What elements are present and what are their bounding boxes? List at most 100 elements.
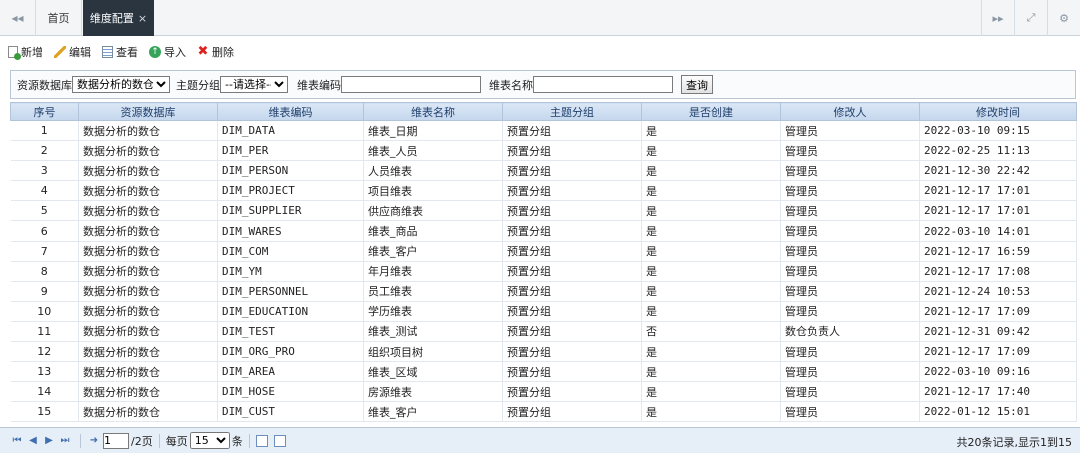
table-cell: 管理员: [780, 281, 920, 302]
table-cell: DIM_HOSE: [217, 381, 364, 403]
first-page-icon[interactable]: ⏮: [10, 435, 24, 446]
table-cell: 是: [641, 261, 781, 282]
per-page-prefix: 每页: [165, 434, 188, 448]
name-input[interactable]: [533, 76, 673, 93]
table-cell: 8: [10, 261, 79, 282]
go-page-icon[interactable]: ➜: [87, 435, 101, 446]
tab-scroll-left-icon[interactable]: ◂◂: [0, 0, 36, 36]
new-button[interactable]: 新增: [8, 44, 43, 60]
table-cell: 数据分析的数仓: [78, 281, 218, 302]
table-cell: 管理员: [780, 381, 920, 403]
view-button-label: 查看: [116, 46, 138, 59]
pagination-bar: ⏮ ◀ ▶ ⏭ ➜ /2页 每页 15 条 共20条记录,显示1到15: [0, 427, 1080, 453]
table-cell: 数据分析的数仓: [78, 361, 218, 383]
column-header[interactable]: 修改时间: [919, 102, 1077, 121]
column-header[interactable]: 资源数据库: [78, 102, 218, 121]
table-cell: 是: [641, 361, 781, 383]
table-cell: DIM_WARES: [217, 220, 364, 242]
table-cell: 数据分析的数仓: [78, 381, 218, 403]
column-header[interactable]: 序号: [10, 102, 79, 121]
search-filter-bar: 资源数据库 数据分析的数仓 主题分组 --请选择-- 维表编码 维表名称 查询: [10, 70, 1076, 99]
column-header[interactable]: 维表编码: [217, 102, 364, 121]
table-row[interactable]: 13 数据分析的数仓 DIM_AREA 维表_区域 预置分组是管理员 2022-03-10…: [10, 361, 1077, 383]
table-header-row: 序号 资源数据库 维表编码 维表名称 主题分组 是否创建 修改人 修改时间: [10, 102, 1077, 121]
delete-button[interactable]: ✖ 删除: [197, 44, 234, 60]
prev-page-icon[interactable]: ◀: [26, 435, 40, 446]
table-cell: 管理员: [780, 241, 920, 262]
next-page-icon[interactable]: ▶: [42, 435, 56, 446]
table-cell: 项目维表: [363, 180, 503, 202]
table-cell: 预置分组: [502, 301, 642, 322]
tab-scroll-right-icon[interactable]: ▸▸: [981, 0, 1014, 36]
edit-button[interactable]: 编辑: [54, 44, 91, 60]
fullscreen-icon[interactable]: ⤢: [1014, 0, 1047, 36]
table-row[interactable]: 9 数据分析的数仓 DIM_PERSONNEL 员工维表 预置分组是管理员 2021-12…: [10, 281, 1077, 302]
code-input[interactable]: [341, 76, 481, 93]
column-header[interactable]: 是否创建: [641, 102, 781, 121]
page-size-select[interactable]: 15: [189, 432, 230, 449]
column-header[interactable]: 主题分组: [502, 102, 642, 121]
table-cell: 数据分析的数仓: [78, 180, 218, 202]
table-cell: DIM_CUST: [217, 401, 364, 423]
record-summary: 共20条记录,显示1到15: [956, 436, 1073, 449]
table-cell: 预置分组: [502, 361, 642, 383]
table-cell: 否: [641, 321, 781, 343]
table-row[interactable]: 10 数据分析的数仓 DIM_EDUCATION 学历维表 预置分组是管理员 2021-1…: [10, 301, 1077, 322]
table-row[interactable]: 1 数据分析的数仓 DIM_DATA 维表_日期 预置分组是管理员 2022-03-10 …: [10, 120, 1077, 142]
table-cell: 数据分析的数仓: [78, 220, 218, 242]
query-button[interactable]: 查询: [681, 75, 713, 94]
last-page-icon[interactable]: ⏭: [58, 435, 72, 446]
tab-home[interactable]: 首页: [36, 0, 82, 36]
toolbar: 新增 编辑 查看 ↑ 导入 ✖ 删除: [8, 42, 245, 62]
table-cell: 是: [641, 241, 781, 262]
close-icon[interactable]: ×: [138, 12, 147, 25]
table-row[interactable]: 6 数据分析的数仓 DIM_WARES 维表_商品 预置分组是管理员 2022-03-10…: [10, 220, 1077, 242]
tab-dimension-config[interactable]: 维度配置 ×: [83, 0, 154, 36]
table-cell: 数据分析的数仓: [78, 160, 218, 182]
table-row[interactable]: 11 数据分析的数仓 DIM_TEST 维表_测试 预置分组否数仓负责人 2021-12-…: [10, 321, 1077, 343]
table-cell: 4: [10, 180, 79, 202]
tab-bar: ◂◂ 首页 维度配置 × ▸▸ ⤢ ⚙: [0, 0, 1080, 36]
table-cell: 预置分组: [502, 220, 642, 242]
view-button[interactable]: 查看: [102, 44, 138, 60]
table-cell: 维表_商品: [363, 220, 503, 242]
table-cell: 2021-12-17 16:59: [919, 241, 1077, 262]
table-row[interactable]: 4 数据分析的数仓 DIM_PROJECT 项目维表 预置分组是管理员 2021-12-1…: [10, 180, 1077, 202]
column-header[interactable]: 修改人: [780, 102, 920, 121]
table-row[interactable]: 15 数据分析的数仓 DIM_CUST 维表_客户 预置分组是管理员 2022-01-12…: [10, 401, 1077, 423]
table-row[interactable]: 3 数据分析的数仓 DIM_PERSON 人员维表 预置分组是管理员 2021-12-30…: [10, 160, 1077, 182]
db-select[interactable]: 数据分析的数仓: [72, 76, 170, 93]
page-number-input[interactable]: [103, 432, 129, 449]
table-row[interactable]: 5 数据分析的数仓 DIM_SUPPLIER 供应商维表 预置分组是管理员 2021-12…: [10, 200, 1077, 222]
table-cell: 预置分组: [502, 140, 642, 162]
export-excel-icon[interactable]: [255, 434, 268, 447]
dimension-table: 序号 资源数据库 维表编码 维表名称 主题分组 是否创建 修改人 修改时间 1 数据分析的数仓 D…: [10, 102, 1077, 423]
table-cell: 12: [10, 341, 79, 363]
delete-x-icon: ✖: [197, 44, 209, 59]
table-row[interactable]: 7 数据分析的数仓 DIM_COM 维表_客户 预置分组是管理员 2021-12-17 1…: [10, 241, 1077, 262]
topic-select[interactable]: --请选择--: [220, 76, 288, 93]
table-row[interactable]: 2 数据分析的数仓 DIM_PER 维表_人员 预置分组是管理员 2022-02-25 1…: [10, 140, 1077, 162]
table-cell: 2021-12-17 17:09: [919, 301, 1077, 322]
table-cell: 数据分析的数仓: [78, 200, 218, 222]
export-doc-icon[interactable]: [273, 434, 286, 447]
table-cell: 5: [10, 200, 79, 222]
table-row[interactable]: 8 数据分析的数仓 DIM_YM 年月维表 预置分组是管理员 2021-12-17 17:…: [10, 261, 1077, 282]
table-cell: 是: [641, 160, 781, 182]
table-row[interactable]: 12 数据分析的数仓 DIM_ORG_PRO 组织项目树 预置分组是管理员 2021-12…: [10, 341, 1077, 363]
table-row[interactable]: 14 数据分析的数仓 DIM_HOSE 房源维表 预置分组是管理员 2021-12-17 …: [10, 381, 1077, 403]
table-cell: 预置分组: [502, 160, 642, 182]
table-cell: 预置分组: [502, 381, 642, 403]
table-cell: 是: [641, 200, 781, 222]
table-cell: DIM_PERSON: [217, 160, 364, 182]
table-cell: 2: [10, 140, 79, 162]
table-cell: 管理员: [780, 160, 920, 182]
import-button[interactable]: ↑ 导入: [149, 44, 186, 60]
table-cell: DIM_ORG_PRO: [217, 341, 364, 363]
settings-icon[interactable]: ⚙: [1047, 0, 1080, 36]
name-label: 维表名称: [489, 78, 533, 92]
table-cell: 是: [641, 401, 781, 423]
table-cell: 2021-12-24 10:53: [919, 281, 1077, 302]
table-cell: 2021-12-17 17:09: [919, 341, 1077, 363]
column-header[interactable]: 维表名称: [363, 102, 503, 121]
